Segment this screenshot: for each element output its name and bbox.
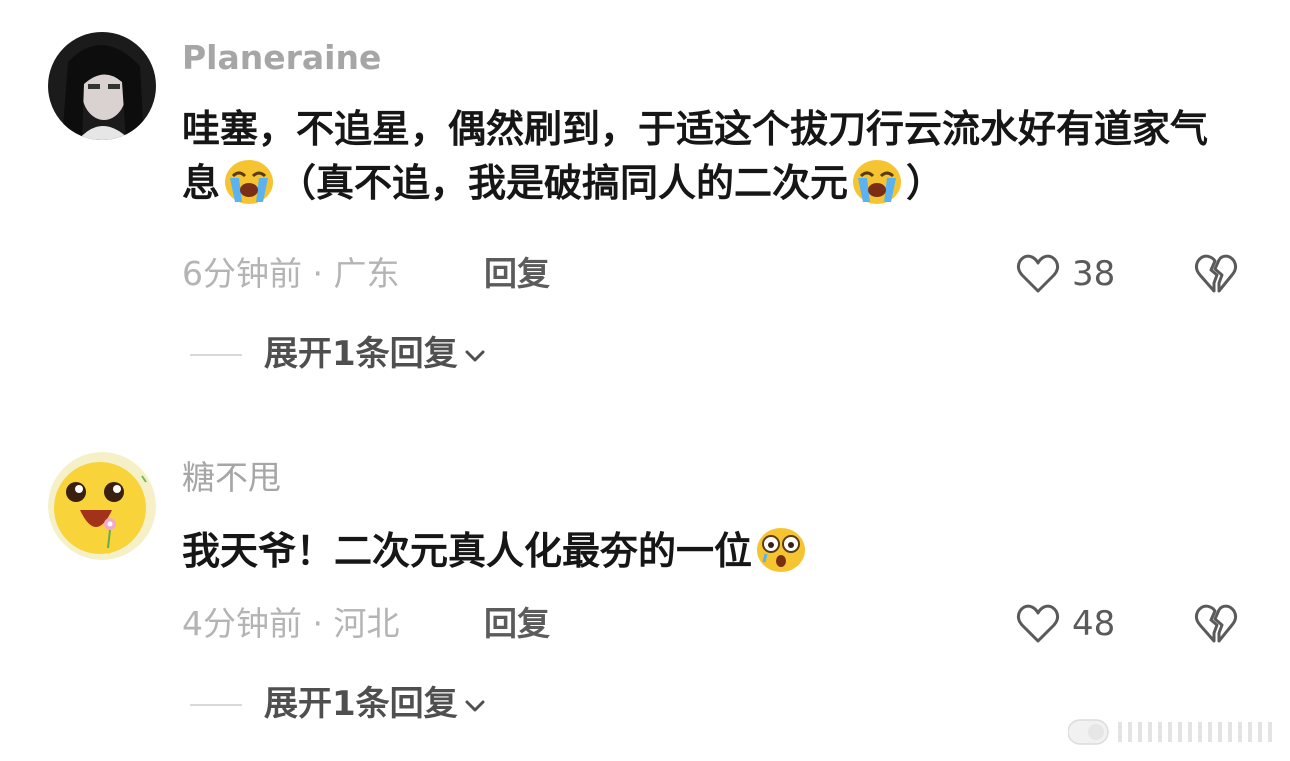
comment-text: 哇塞，不追星，偶然刷到，于适这个拔刀行云流水好有道家气息 （真不追，我是破搞同人… [182,102,1242,210]
reply-button[interactable]: 回复 [484,606,550,642]
avatar[interactable] [48,32,156,140]
timestamp-location: 6分钟前 · 广东 [182,254,400,293]
loudly-crying-face-emoji [222,156,276,206]
broken-heart-icon [1194,604,1238,643]
loudly-crying-face-emoji [850,156,904,206]
like-button[interactable]: 48 [1014,600,1134,648]
dislike-button[interactable] [1192,600,1240,648]
like-count: 48 [1072,604,1116,644]
comment-text-part: ） [906,161,945,205]
heart-outline-icon [1016,254,1060,293]
heart-outline-icon [1016,604,1060,643]
comment-text-part: 我天爷！二次元真人化最夯的一位 [182,529,753,573]
dislike-button[interactable] [1192,250,1240,298]
expand-replies-button[interactable]: 展开1条回复 [264,334,486,374]
broken-heart-icon [1194,254,1238,293]
like-button[interactable]: 38 [1014,250,1134,298]
astonished-face-emoji [754,524,808,574]
comment-text: 我天爷！二次元真人化最夯的一位 [182,524,1242,578]
timestamp-location: 4分钟前 · 河北 [182,604,400,643]
comment-meta: 4分钟前 · 河北 回复 48 [182,602,1242,646]
reply-button[interactable]: 回复 [484,256,550,292]
watermark-logo [1067,716,1282,748]
expand-replies-label: 展开1条回复 [264,684,458,724]
divider-line [190,704,242,706]
username[interactable]: 糖不甩 [182,458,281,498]
expand-replies-label: 展开1条回复 [264,334,458,374]
chevron-down-icon [465,700,485,712]
username[interactable]: Planeraine [182,38,381,78]
expand-replies: 展开1条回复 [182,332,702,376]
expand-replies: 展开1条回复 [182,682,702,726]
like-count: 38 [1072,254,1116,294]
comment-text-part: （真不追，我是破搞同人的二次元 [278,161,849,205]
comment-list: Planeraine 哇塞，不追星，偶然刷到，于适这个拔刀行云流水好有道家气息 … [0,0,1290,761]
divider-line [190,354,242,356]
comment-meta: 6分钟前 · 广东 回复 38 [182,252,1242,296]
avatar[interactable] [48,452,156,560]
expand-replies-button[interactable]: 展开1条回复 [264,684,486,724]
chevron-down-icon [465,350,485,362]
